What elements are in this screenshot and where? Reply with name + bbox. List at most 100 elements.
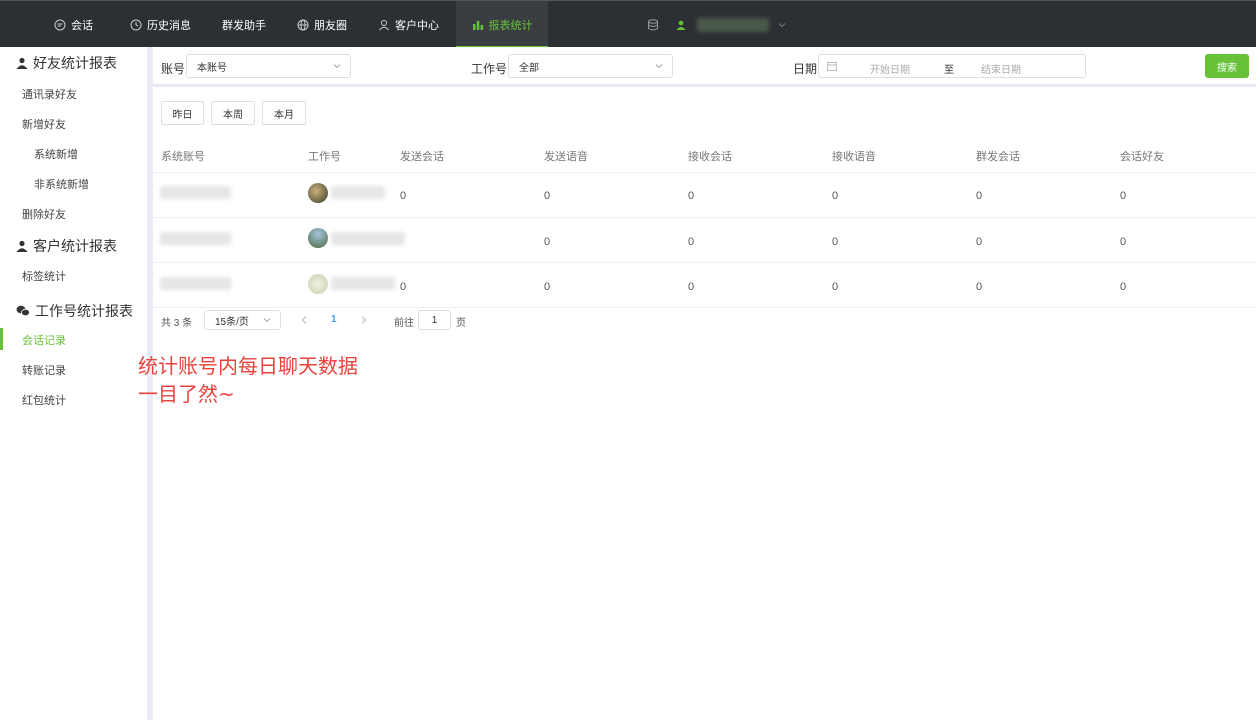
nav-label: 会话	[71, 19, 93, 32]
page-number-current[interactable]: 1	[331, 314, 337, 325]
pager-total: 共 3 条	[161, 318, 193, 329]
recv-session-cell: 0	[688, 281, 695, 293]
workno-name-blurred	[331, 277, 395, 290]
avatar	[308, 274, 328, 294]
table-divider	[153, 172, 1256, 173]
sidebar-group-title: 好友统计报表	[33, 55, 117, 71]
group-session-cell: 0	[976, 190, 983, 202]
recv-voice-cell: 0	[832, 281, 839, 293]
globe-icon	[297, 19, 309, 30]
system-account-blurred	[160, 232, 231, 245]
goto-page-value: 1	[431, 314, 438, 326]
th-session-friends: 会话好友	[1120, 151, 1164, 163]
user-icon	[379, 19, 389, 30]
yesterday-button[interactable]: 昨日	[161, 101, 204, 125]
group-session-cell: 0	[976, 281, 983, 293]
user-menu[interactable]	[676, 1, 792, 48]
group-session-cell: 0	[976, 236, 983, 248]
th-send-voice: 发送语音	[544, 151, 588, 163]
wechat-icon	[16, 305, 30, 317]
recv-session-cell: 0	[688, 190, 695, 202]
search-button[interactable]: 搜索	[1205, 54, 1249, 78]
user-icon	[16, 240, 28, 252]
user-icon	[16, 57, 28, 69]
calendar-icon	[827, 62, 837, 71]
chevron-down-icon	[333, 64, 341, 69]
send-voice-cell: 0	[544, 281, 551, 293]
th-workno: 工作号	[308, 151, 341, 163]
this-week-button[interactable]: 本周	[211, 101, 255, 125]
workno-select[interactable]: 全部	[508, 54, 673, 78]
sidebar-item-contacts[interactable]: 通讯录好友	[22, 86, 77, 102]
this-month-button[interactable]: 本月	[262, 101, 306, 125]
sidebar-group-customers: 客户统计报表	[16, 236, 117, 256]
send-session-cell: 0	[400, 281, 407, 293]
account-select[interactable]: 本账号	[186, 54, 351, 78]
table-divider	[153, 262, 1256, 263]
session-friends-cell: 0	[1120, 190, 1127, 202]
nav-item-history[interactable]: 历史消息	[130, 1, 191, 48]
database-icon	[648, 18, 658, 30]
th-recv-session: 接收会话	[688, 151, 732, 163]
sidebar-group-friends: 好友统计报表	[16, 53, 117, 73]
nav-item-reports[interactable]: 报表统计	[456, 1, 548, 48]
page-size-value: 15条/页	[215, 316, 249, 328]
bar-chart-icon	[472, 20, 483, 30]
page-size-select[interactable]: 15条/页	[204, 310, 281, 330]
th-send-session: 发送会话	[400, 151, 444, 163]
sidebar-item-red-packet[interactable]: 红包统计	[22, 392, 66, 408]
sidebar-group-workno: 工作号统计报表	[16, 301, 133, 321]
sidebar-item-transfer-records[interactable]: 转账记录	[22, 362, 66, 378]
nav-label: 历史消息	[147, 19, 191, 32]
sidebar-item-system-new[interactable]: 系统新增	[34, 146, 78, 162]
nav-label: 朋友圈	[314, 19, 347, 32]
account-label: 账号	[161, 62, 186, 76]
sidebar-item-session-records[interactable]: 会话记录	[22, 332, 66, 348]
nav-item-chat[interactable]: 会话	[54, 1, 93, 48]
avatar	[308, 228, 328, 248]
date-range-picker[interactable]: 开始日期 至 结束日期	[818, 54, 1086, 78]
prev-page-icon[interactable]	[300, 315, 308, 325]
active-indicator	[0, 328, 3, 350]
date-end-input[interactable]: 结束日期	[981, 61, 1021, 76]
red-annotation: 统计账号内每日聊天数据 一目了然~	[138, 352, 358, 408]
send-session-cell: 0	[400, 190, 407, 202]
th-group-session: 群发会话	[976, 151, 1020, 163]
workno-name-blurred	[331, 186, 385, 199]
next-page-icon[interactable]	[360, 315, 368, 325]
workno-select-value: 全部	[519, 62, 539, 74]
clock-icon	[130, 19, 142, 30]
nav-label: 群发助手	[222, 19, 266, 32]
system-account-blurred	[160, 186, 231, 199]
account-select-value: 本账号	[197, 62, 227, 74]
table-divider	[153, 307, 1256, 308]
user-icon	[676, 20, 686, 30]
recv-voice-cell: 0	[832, 190, 839, 202]
workno-label: 工作号	[471, 62, 508, 76]
database-button[interactable]	[647, 1, 664, 48]
username-blurred	[697, 17, 769, 32]
session-friends-cell: 0	[1120, 281, 1127, 293]
page-suffix: 页	[456, 318, 466, 329]
top-nav-bar: 会话 历史消息 群发助手 朋友圈 客户中心 报表统计	[0, 0, 1256, 48]
nav-label: 客户中心	[395, 19, 439, 32]
date-separator: 至	[944, 65, 954, 76]
sidebar-item-tags[interactable]: 标签统计	[22, 268, 66, 284]
send-voice-cell: 0	[544, 236, 551, 248]
nav-item-moments[interactable]: 朋友圈	[297, 1, 347, 48]
sidebar-item-deleted-friends[interactable]: 删除好友	[22, 206, 66, 222]
nav-item-broadcast[interactable]: 群发助手	[222, 1, 266, 48]
sidebar-item-new-friends[interactable]: 新增好友	[22, 116, 66, 132]
goto-label: 前往	[394, 318, 414, 329]
th-system-account: 系统账号	[161, 151, 205, 163]
date-start-input[interactable]: 开始日期	[870, 61, 910, 76]
goto-page-input[interactable]: 1	[418, 310, 451, 330]
date-label: 日期	[793, 62, 818, 76]
recv-voice-cell: 0	[832, 236, 839, 248]
sidebar-group-title: 客户统计报表	[33, 238, 117, 254]
sidebar-item-non-system-new[interactable]: 非系统新增	[34, 176, 89, 192]
nav-item-customers[interactable]: 客户中心	[378, 1, 439, 48]
recv-session-cell: 0	[688, 236, 695, 248]
sidebar-group-title: 工作号统计报表	[35, 303, 133, 319]
session-friends-cell: 0	[1120, 236, 1127, 248]
